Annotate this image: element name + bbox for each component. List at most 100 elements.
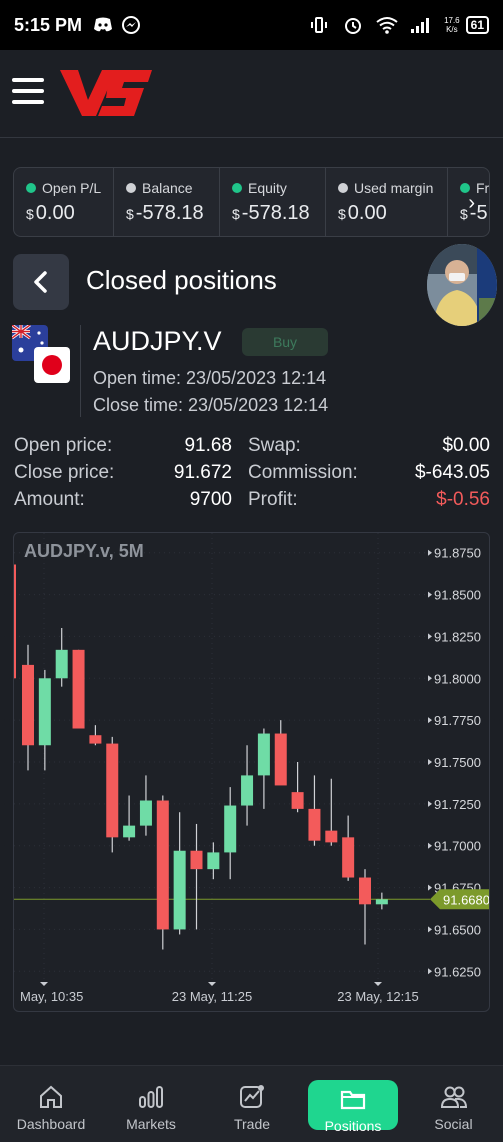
metric-label: Equity: [248, 180, 287, 196]
candle-body: [308, 808, 321, 841]
candle-body: [22, 664, 34, 746]
bottom-navigation: Dashboard Markets Trade Positions Social: [0, 1065, 503, 1142]
candle-body: [207, 852, 220, 870]
candle-body: [38, 678, 51, 746]
network-speed: 17.6 K/s: [444, 16, 460, 34]
candle-body: [325, 830, 338, 843]
tick-marker: [428, 717, 432, 724]
metric-value: -578.18: [241, 202, 310, 224]
signal-icon: [410, 14, 432, 36]
chevron-left-icon: [34, 271, 47, 293]
candlestick-chart[interactable]: 91.8750 91.8500 91.8250 91.8000 91.7750 91.75…: [14, 533, 490, 1012]
social-icon: [439, 1082, 469, 1110]
chart-title: AUDJPY.v, 5M: [24, 541, 144, 561]
back-button[interactable]: [13, 254, 69, 310]
nav-positions[interactable]: Positions: [308, 1080, 398, 1134]
wifi-icon: [376, 14, 398, 36]
candle-body: [342, 837, 355, 878]
close-time: Close time: 23/05/2023 12:14: [93, 395, 329, 415]
metric-value: 0.00: [347, 202, 387, 224]
x-tick-label: May, 10:35: [20, 989, 83, 1004]
x-tick-marker: [40, 982, 48, 986]
position-symbol: AUDJPY.V: [93, 326, 222, 356]
app-header: [0, 50, 503, 138]
metric-open-p-l: Open P/L $0.00: [14, 168, 114, 236]
tick-marker: [428, 842, 432, 849]
account-metrics-bar[interactable]: Open P/L $0.00 Balance $ -578.18 Equity $ -578.…: [13, 167, 490, 237]
candle-body: [173, 850, 186, 930]
trade-icon: [237, 1082, 267, 1110]
social-avatars[interactable]: [425, 242, 503, 330]
currency-symbol: $: [126, 206, 134, 222]
status-dot: [338, 183, 348, 193]
folder-icon: [338, 1084, 368, 1112]
nav-markets[interactable]: Markets: [102, 1066, 200, 1142]
tick-marker: [428, 633, 432, 640]
nav-social[interactable]: Social: [404, 1066, 503, 1142]
y-tick-label: 91.7250: [434, 797, 481, 812]
candle-body: [89, 735, 102, 744]
candle-body: [375, 899, 388, 905]
currency-symbol: $: [338, 206, 346, 222]
page-title: Closed positions: [86, 265, 277, 295]
markets-icon: [136, 1082, 166, 1110]
close-price-label: Close price:: [14, 462, 115, 483]
home-icon: [36, 1082, 66, 1110]
messenger-icon: [120, 14, 142, 36]
discord-icon: [92, 14, 114, 36]
y-tick-label: 91.8000: [434, 671, 481, 686]
amount-value: 9700: [189, 489, 232, 510]
candle-body: [106, 743, 119, 838]
nav-dashboard[interactable]: Dashboard: [0, 1066, 102, 1142]
candle-body: [123, 825, 136, 838]
price-chart[interactable]: 91.8750 91.8500 91.8250 91.8000 91.7750 91.75…: [13, 532, 490, 1012]
tick-marker: [428, 675, 432, 682]
nav-label: Dashboard: [16, 1116, 86, 1132]
close-price-value: 91.672: [173, 462, 232, 483]
metric-value: 0.00: [35, 202, 75, 224]
tick-marker: [428, 591, 432, 598]
vibrate-icon: [308, 14, 330, 36]
status-dot: [232, 183, 242, 193]
candle-body: [190, 850, 203, 870]
x-tick-label: 23 May, 11:25: [172, 989, 252, 1004]
status-dot: [126, 183, 136, 193]
x-tick-marker: [374, 982, 382, 986]
y-tick-label: 91.6250: [434, 964, 481, 979]
candle-body: [139, 800, 152, 826]
y-tick-label: 91.7500: [434, 755, 481, 770]
nav-trade[interactable]: Trade: [200, 1066, 304, 1142]
candle-body: [156, 800, 169, 930]
tick-marker: [428, 800, 432, 807]
nav-label: Social: [434, 1116, 473, 1132]
open-time: Open time: 23/05/2023 12:14: [93, 368, 327, 388]
tick-marker: [428, 759, 432, 765]
profit-value: $-0.56: [436, 489, 490, 510]
status-time: 5:15 PM: [14, 14, 83, 35]
metric-used-margin: Used margin $0.00: [326, 168, 448, 236]
status-bar: 5:15 PM 17.6 K/s 61: [0, 0, 503, 50]
commission-label: Commission:: [248, 462, 358, 483]
tick-marker: [428, 968, 432, 975]
avatar[interactable]: [425, 242, 499, 328]
candle-body: [359, 877, 371, 905]
y-tick-label: 91.8250: [434, 629, 481, 644]
menu-icon[interactable]: [12, 78, 44, 104]
status-dot: [26, 183, 36, 193]
y-tick-label: 91.7750: [434, 713, 481, 728]
alarm-icon: [342, 14, 364, 36]
x-tick-label: 23 May, 12:15: [337, 989, 418, 1004]
candle-body: [224, 805, 237, 853]
current-price-label: 91.6680: [443, 892, 490, 907]
brand-logo[interactable]: [58, 66, 154, 120]
tick-marker: [428, 549, 432, 556]
open-price-label: Open price:: [14, 435, 113, 456]
metric-label: Balance: [142, 180, 193, 196]
candle-body: [72, 649, 85, 729]
nav-label: Positions: [324, 1118, 382, 1134]
y-tick-label: 91.8500: [434, 588, 481, 603]
chevron-right-icon[interactable]: ›: [468, 192, 475, 215]
amount-label: Amount:: [14, 489, 85, 510]
divider: [80, 325, 81, 417]
metric-balance: Balance $ -578.18: [114, 168, 220, 236]
